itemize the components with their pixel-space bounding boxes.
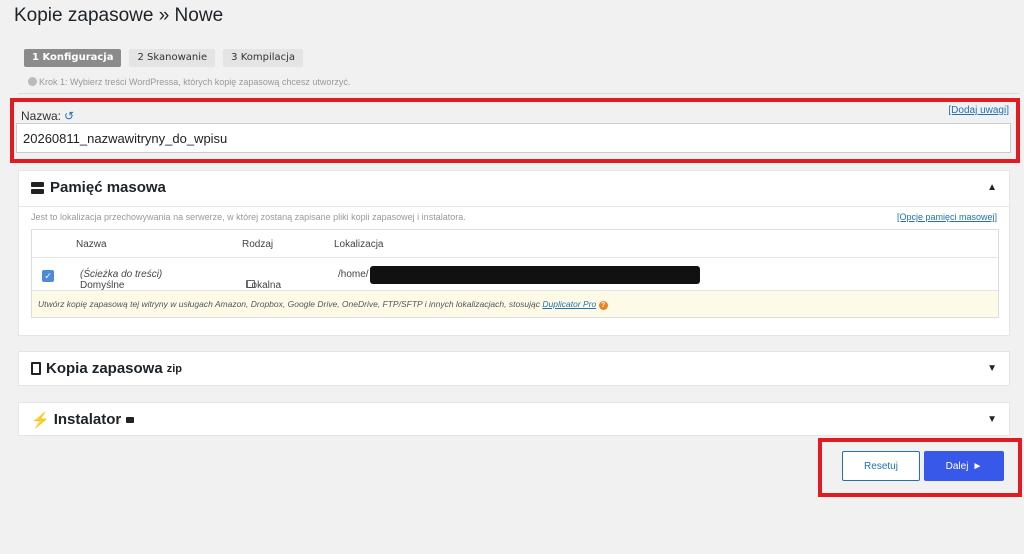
col-type: Rodzaj — [242, 239, 274, 250]
redacted-path — [370, 266, 700, 284]
next-button-label: Dalej — [945, 460, 969, 472]
step-build[interactable]: 3 Kompilacja — [223, 49, 304, 67]
storage-name-note: (Ścieżka do treści) — [80, 269, 163, 280]
lock-icon — [126, 416, 135, 423]
backup-header[interactable]: Kopia zapasowa zip ▼ — [19, 352, 1009, 385]
storage-name: Domyślne (Ścieżka do treści) — [80, 269, 163, 291]
reset-name-icon[interactable]: ↺ — [64, 109, 74, 123]
storage-options-link[interactable]: [Opcje pamięci masowej] — [897, 212, 997, 222]
name-label: Nazwa: ↺ — [21, 109, 74, 123]
name-label-text: Nazwa: — [21, 109, 62, 123]
backup-panel: Kopia zapasowa zip ▼ — [18, 351, 1010, 386]
file-zip-icon — [31, 362, 41, 375]
storage-description: Jest to lokalizacja przechowywania na se… — [31, 212, 466, 222]
server-icon — [31, 181, 44, 194]
installer-title: Instalator — [53, 411, 122, 428]
backup-title: Kopia zapasowa — [46, 360, 163, 377]
duplicator-pro-link[interactable]: Duplicator Pro — [542, 299, 596, 309]
storage-location: /home/ — [338, 269, 369, 280]
storage-type-text: Lokalna — [246, 280, 282, 291]
storage-divider — [19, 206, 1009, 207]
step-hint-text: Krok 1: Wybierz treści WordPressa, który… — [39, 77, 351, 87]
installer-header[interactable]: ⚡ Instalator ▼ — [19, 403, 1009, 436]
bolt-icon: ⚡ — [31, 411, 50, 429]
storage-table-header: Nazwa Rodzaj Lokalizacja — [32, 230, 998, 258]
caret-up-icon: ▲ — [987, 182, 997, 193]
backup-name-input[interactable] — [16, 123, 1011, 153]
storage-name-text: Domyślne — [80, 280, 125, 291]
wordpress-icon — [28, 77, 37, 86]
caret-down-icon: ▼ — [987, 414, 997, 425]
arrow-right-icon: ► — [972, 460, 983, 472]
backup-title-sup: zip — [166, 362, 182, 375]
page-title: Kopie zapasowe » Nowe — [14, 5, 224, 26]
col-name: Nazwa — [76, 239, 107, 250]
steps-nav: 1 Konfiguracja 2 Skanowanie 3 Kompilacja — [24, 49, 304, 67]
add-notes-link[interactable]: [Dodaj uwagi] — [948, 105, 1009, 116]
installer-panel: ⚡ Instalator ▼ — [18, 402, 1010, 436]
help-icon[interactable]: ? — [598, 301, 608, 310]
storage-checkbox[interactable]: ✓ — [42, 270, 54, 282]
step-hint: Krok 1: Wybierz treści WordPressa, który… — [28, 77, 350, 87]
promo-text: Utwórz kopię zapasową tej witryny w usłu… — [38, 299, 541, 309]
col-location: Lokalizacja — [334, 239, 384, 250]
storage-panel: Pamięć masowa ▲ Jest to lokalizacja prze… — [18, 170, 1010, 336]
table-row: ✓ Domyślne (Ścieżka do treści) Lokalna /… — [32, 258, 998, 291]
storage-title: Pamięć masowa — [50, 179, 166, 196]
next-button[interactable]: Dalej ► — [924, 451, 1004, 481]
storage-table: Nazwa Rodzaj Lokalizacja ✓ Domyślne (Ści… — [31, 229, 999, 318]
storage-header[interactable]: Pamięć masowa ▲ — [19, 171, 1009, 204]
promo-bar: Utwórz kopię zapasową tej witryny w usłu… — [32, 291, 998, 317]
caret-down-icon: ▼ — [987, 363, 997, 374]
step-configuration[interactable]: 1 Konfiguracja — [24, 49, 122, 67]
reset-button[interactable]: Resetuj — [842, 451, 920, 481]
divider — [18, 93, 1020, 94]
step-scanning[interactable]: 2 Skanowanie — [129, 49, 216, 67]
